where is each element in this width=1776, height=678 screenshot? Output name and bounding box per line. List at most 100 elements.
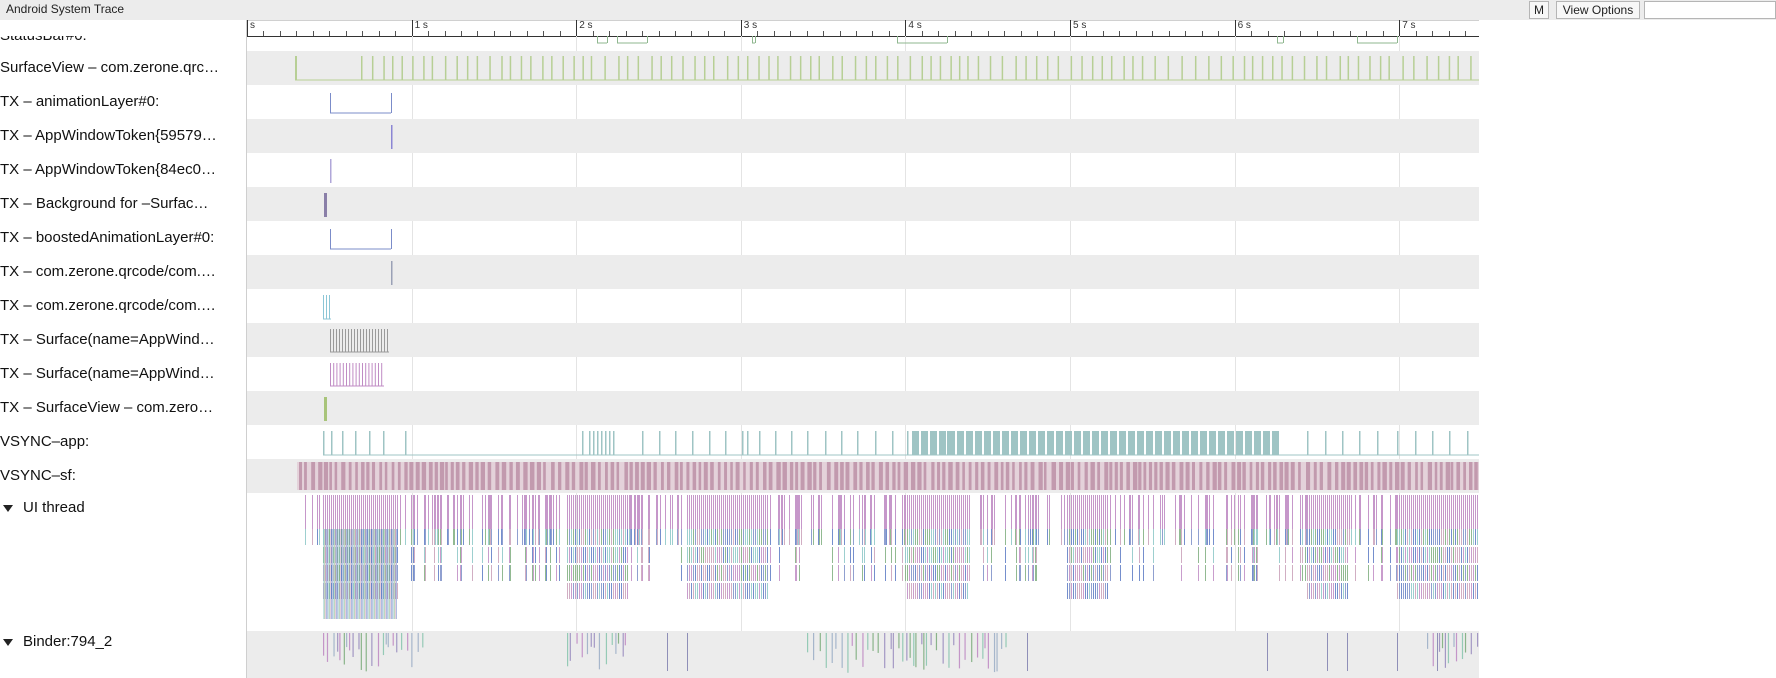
trace-slice[interactable] xyxy=(1343,495,1344,529)
trace-slice[interactable] xyxy=(699,495,700,529)
trace-slice[interactable] xyxy=(1083,565,1084,581)
trace-slice[interactable] xyxy=(414,547,415,563)
trace-slice[interactable] xyxy=(593,495,594,529)
trace-slice[interactable] xyxy=(1319,583,1320,599)
trace-slice[interactable] xyxy=(475,462,479,490)
trace-slice[interactable] xyxy=(1474,462,1478,490)
trace-slice[interactable] xyxy=(1477,495,1478,529)
trace-slice[interactable] xyxy=(1231,547,1232,563)
trace-slice[interactable] xyxy=(689,583,690,599)
trace-slice[interactable] xyxy=(1396,547,1397,563)
trace-slice[interactable] xyxy=(345,495,346,529)
trace-slice[interactable] xyxy=(611,529,612,545)
trace-slice[interactable] xyxy=(1447,529,1448,545)
trace-slice[interactable] xyxy=(931,462,935,490)
trace-slice[interactable] xyxy=(1038,431,1045,455)
trace-slice[interactable] xyxy=(567,529,568,545)
trace-slice[interactable] xyxy=(763,529,764,545)
trace-slice[interactable] xyxy=(1099,583,1100,599)
trace-slice[interactable] xyxy=(517,529,518,545)
trace-slice[interactable] xyxy=(983,547,984,563)
trace-slice[interactable] xyxy=(1227,495,1228,529)
trace-slice[interactable] xyxy=(1368,565,1369,581)
trace-slice[interactable] xyxy=(1205,547,1206,563)
trace-slice[interactable] xyxy=(937,462,941,490)
trace-slice[interactable] xyxy=(556,495,557,529)
trace-slice[interactable] xyxy=(799,547,800,563)
trace-slice[interactable] xyxy=(745,583,746,599)
trace-slice[interactable] xyxy=(917,495,918,529)
trace-slice[interactable] xyxy=(687,495,688,529)
trace-slice[interactable] xyxy=(1226,529,1227,545)
trace-slice[interactable] xyxy=(749,529,750,545)
trace-slice[interactable] xyxy=(969,547,970,563)
trace-slice[interactable] xyxy=(530,56,532,80)
trace-slice[interactable] xyxy=(987,565,988,581)
trace-slice[interactable] xyxy=(1130,529,1131,545)
trace-slice[interactable] xyxy=(850,529,851,545)
trace-slice[interactable] xyxy=(719,529,720,545)
trace-slice[interactable] xyxy=(435,529,436,545)
trace-slice[interactable] xyxy=(905,529,906,545)
trace-slice[interactable] xyxy=(1382,462,1387,490)
trace-slice[interactable] xyxy=(1181,56,1183,80)
trace-slice[interactable] xyxy=(397,547,398,563)
trace-slice[interactable] xyxy=(1011,529,1012,545)
trace-slice[interactable] xyxy=(915,565,916,581)
trace-slice[interactable] xyxy=(634,529,635,545)
trace-slice[interactable] xyxy=(850,547,851,563)
trace-slice[interactable] xyxy=(569,529,570,545)
trace-slice[interactable] xyxy=(695,583,696,599)
trace-slice[interactable] xyxy=(553,529,554,545)
trace-slice[interactable] xyxy=(1347,529,1348,545)
trace-slice[interactable] xyxy=(1463,565,1464,581)
trace-slice[interactable] xyxy=(437,529,438,545)
trace-slice[interactable] xyxy=(1240,547,1241,563)
trace-slice[interactable] xyxy=(742,431,744,455)
trace-slice[interactable] xyxy=(381,529,382,619)
trace-slice[interactable] xyxy=(1091,529,1092,545)
trace-slice[interactable] xyxy=(813,495,814,529)
trace-slice[interactable] xyxy=(353,529,354,619)
trace-slice[interactable] xyxy=(342,431,344,455)
trace-slice[interactable] xyxy=(957,583,958,599)
trace-slice[interactable] xyxy=(1198,495,1199,529)
trace-slice[interactable] xyxy=(1423,583,1424,599)
trace-slice[interactable] xyxy=(575,565,576,581)
trace-slice[interactable] xyxy=(1285,565,1286,581)
trace-slice[interactable] xyxy=(1341,547,1342,563)
trace-slice[interactable] xyxy=(991,495,992,529)
trace-slice[interactable] xyxy=(1153,529,1154,545)
trace-slice[interactable] xyxy=(692,462,697,490)
trace-slice[interactable] xyxy=(509,529,510,545)
trace-slice[interactable] xyxy=(1093,547,1094,563)
trace-slice[interactable] xyxy=(417,633,419,652)
trace-slice[interactable] xyxy=(1399,529,1400,545)
trace-slice[interactable] xyxy=(715,565,716,581)
trace-slice[interactable] xyxy=(601,495,602,529)
trace-slice[interactable] xyxy=(877,633,879,653)
trace-slice[interactable] xyxy=(841,56,843,80)
trace-slice[interactable] xyxy=(1307,547,1308,563)
trace-slice[interactable] xyxy=(545,495,546,529)
trace-slice[interactable] xyxy=(1323,495,1324,529)
trace-slice[interactable] xyxy=(963,583,964,599)
trace-slice[interactable] xyxy=(1270,495,1271,529)
trace-slice[interactable] xyxy=(745,565,746,581)
trace-slice[interactable] xyxy=(779,529,780,545)
trace-slice[interactable] xyxy=(532,529,533,545)
trace-slice[interactable] xyxy=(357,495,358,529)
trace-slice[interactable] xyxy=(371,529,372,619)
trace-slice[interactable] xyxy=(1075,529,1076,545)
trace-slice[interactable] xyxy=(1319,547,1320,563)
track-row[interactable]: VSYNC–app: xyxy=(0,425,1479,459)
trace-slice[interactable] xyxy=(627,583,628,599)
trace-slice[interactable] xyxy=(895,529,896,545)
trace-slice[interactable] xyxy=(941,495,942,529)
track-row[interactable]: TX – Surface(name=AppWind… xyxy=(0,323,1479,357)
trace-slice[interactable] xyxy=(327,529,328,619)
trace-slice[interactable] xyxy=(965,547,966,563)
trace-slice[interactable] xyxy=(1234,495,1235,529)
trace-slice[interactable] xyxy=(1067,529,1068,545)
trace-slice[interactable] xyxy=(589,565,590,581)
